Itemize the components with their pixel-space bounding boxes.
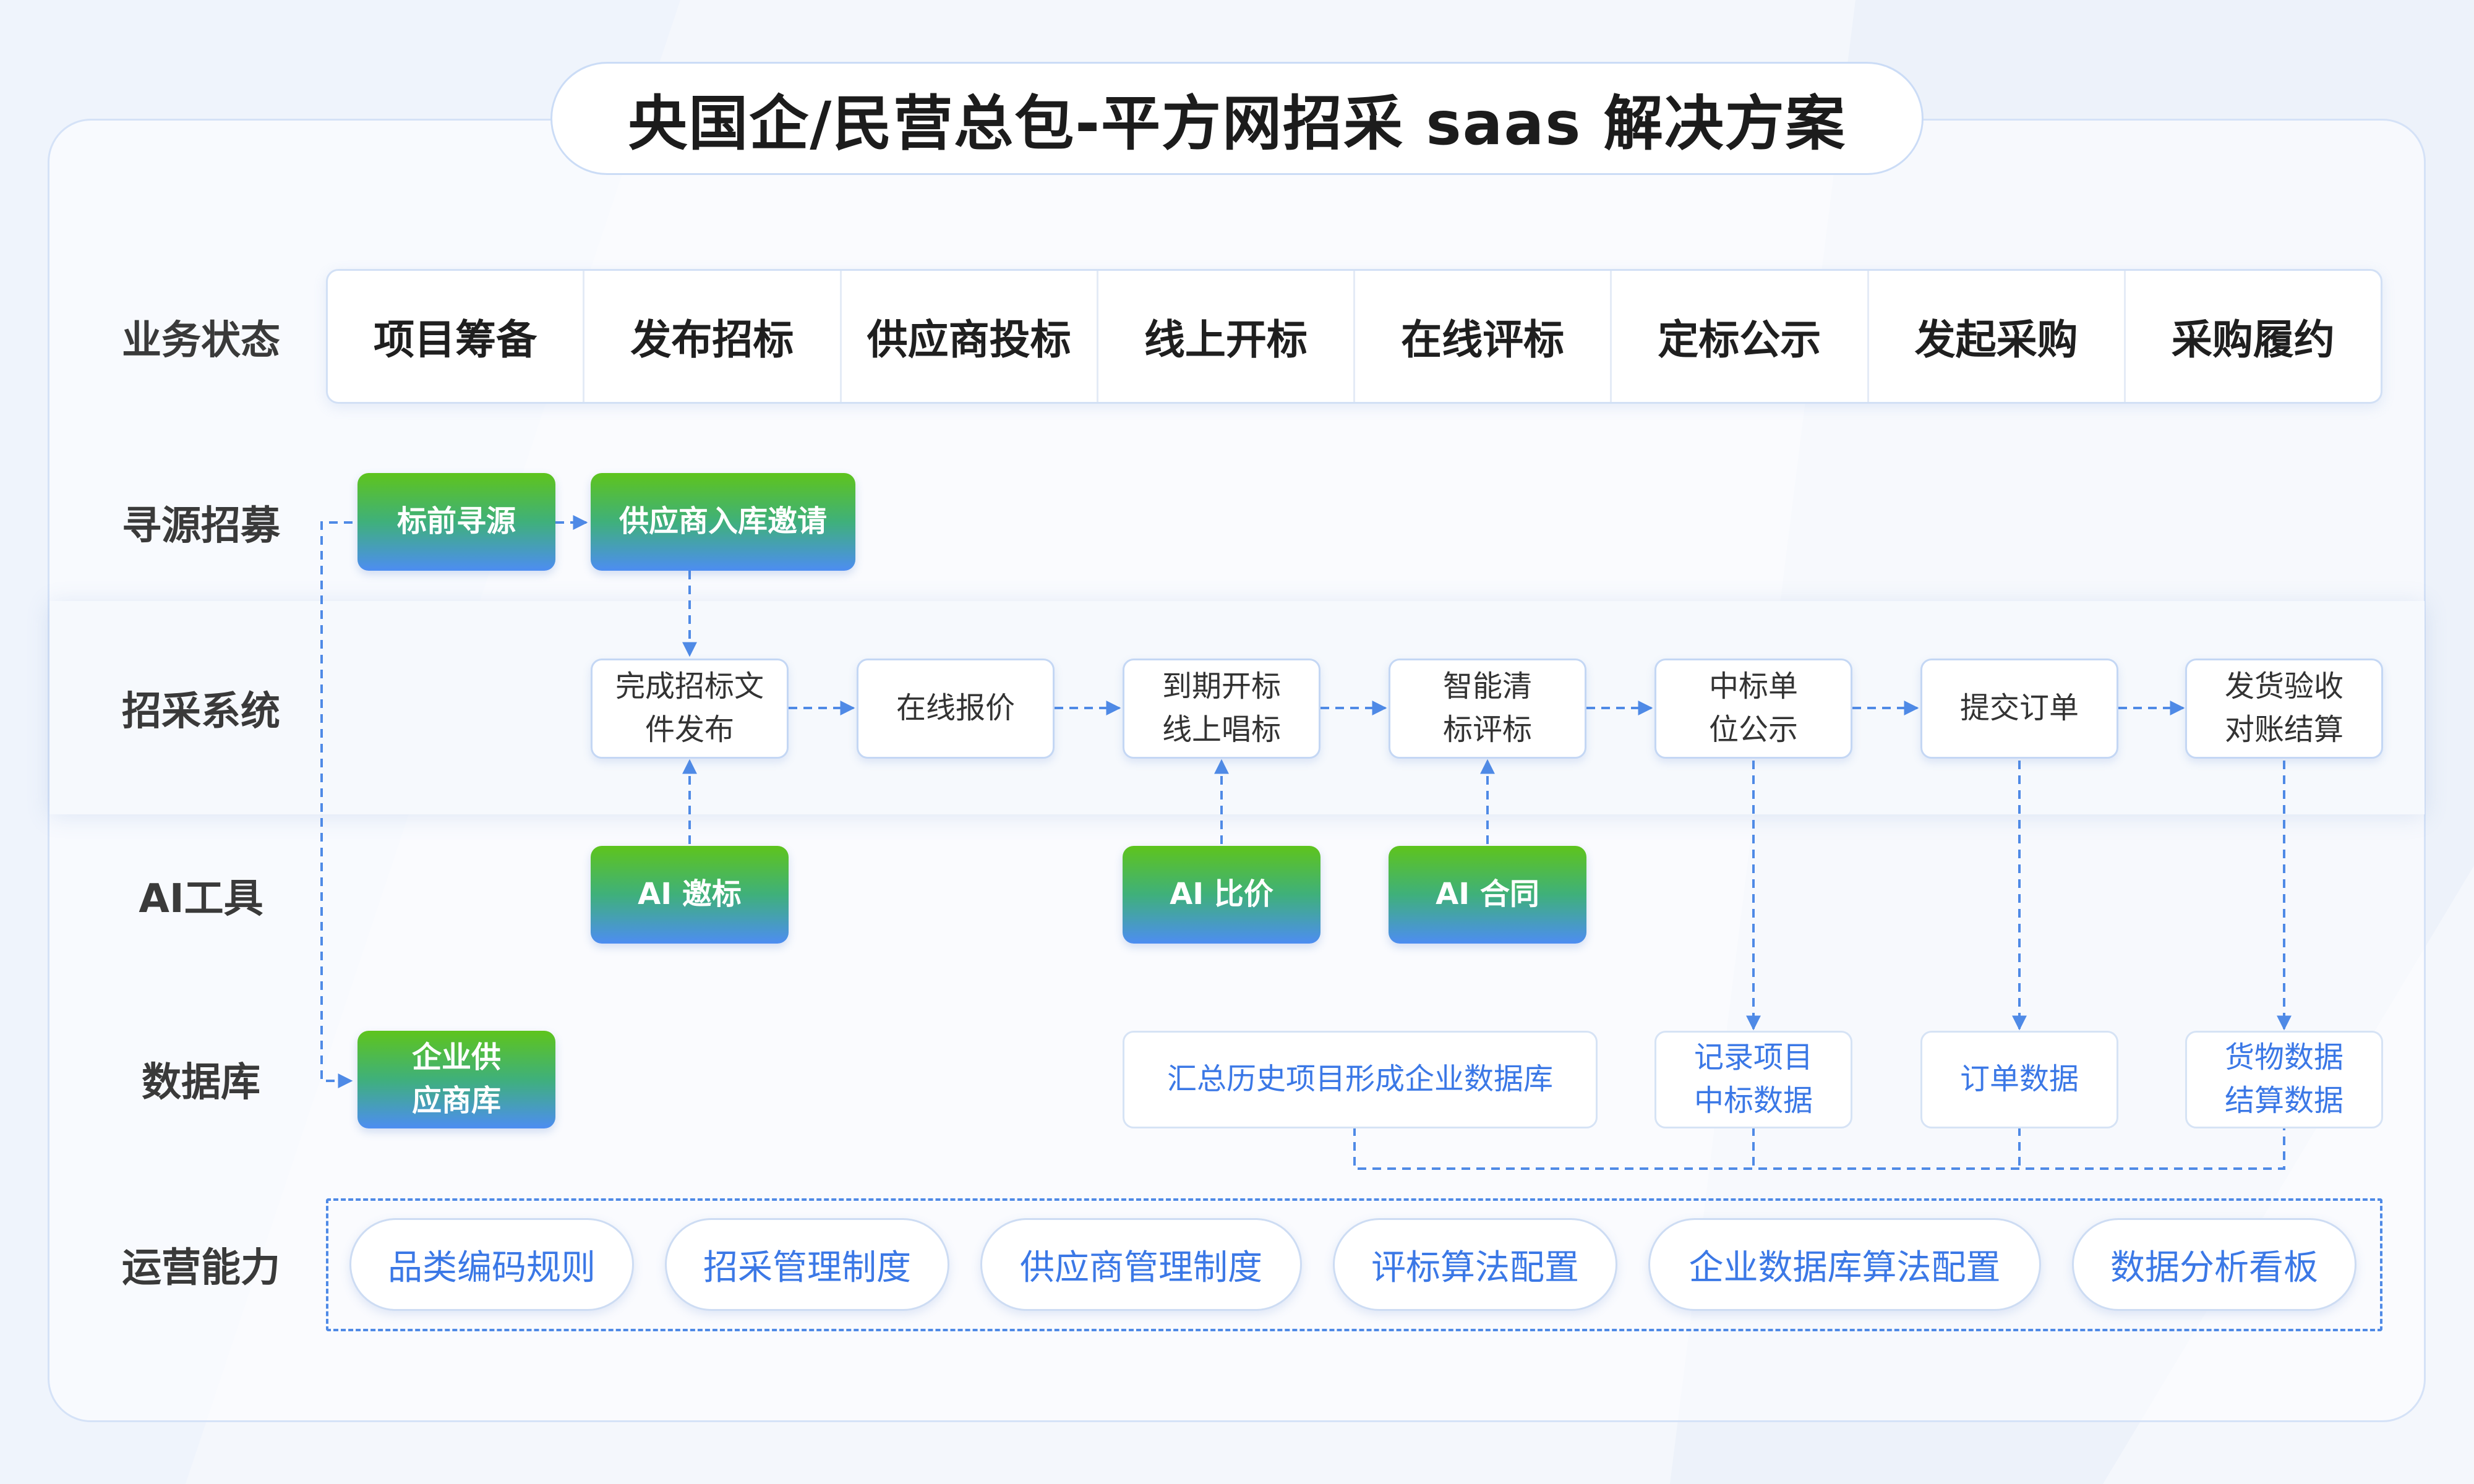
ops-category-coding[interactable]: 品类编码规则 — [349, 1218, 634, 1311]
row-label-procurement-system: 招采系统 — [122, 689, 280, 735]
delivery-settlement-node[interactable]: 发货验收 对账结算 — [2185, 659, 2383, 759]
stage-online-opening[interactable]: 线上开标 — [1096, 271, 1353, 402]
row-label-ai-tools: AI工具 — [139, 876, 263, 922]
stage-award-notice[interactable]: 定标公示 — [1610, 271, 1867, 402]
ops-analytics-dashboard[interactable]: 数据分析看板 — [2072, 1218, 2356, 1311]
stage-online-evaluation[interactable]: 在线评标 — [1353, 271, 1610, 402]
stage-project-prep[interactable]: 项目筹备 — [328, 271, 583, 402]
business-status-bar: 项目筹备 发布招标 供应商投标 线上开标 在线评标 定标公示 发起采购 采购履约 — [326, 269, 2382, 404]
bid-opening-node[interactable]: 到期开标 线上唱标 — [1123, 659, 1320, 759]
goods-settlement-data-node[interactable]: 货物数据 结算数据 — [2185, 1031, 2383, 1128]
tender-doc-publish-node[interactable]: 完成招标文 件发布 — [591, 659, 789, 759]
award-data-node[interactable]: 记录项目 中标数据 — [1654, 1031, 1852, 1128]
ops-supplier-policy[interactable]: 供应商管理制度 — [980, 1218, 1302, 1311]
row-label-database: 数据库 — [142, 1060, 260, 1106]
online-quote-node[interactable]: 在线报价 — [857, 659, 1055, 759]
ai-invite-node[interactable]: AI 邀标 — [591, 846, 789, 944]
ai-compare-node[interactable]: AI 比价 — [1123, 846, 1320, 944]
history-database-node[interactable]: 汇总历史项目形成企业数据库 — [1123, 1031, 1598, 1128]
smart-evaluation-node[interactable]: 智能清 标评标 — [1389, 659, 1586, 759]
stage-fulfillment[interactable]: 采购履约 — [2123, 271, 2381, 402]
ops-evaluation-algorithm[interactable]: 评标算法配置 — [1333, 1218, 1617, 1311]
row-label-sourcing: 寻源招募 — [122, 503, 280, 549]
supplier-invite-node[interactable]: 供应商入库邀请 — [591, 473, 855, 571]
award-notice-node[interactable]: 中标单 位公示 — [1654, 659, 1852, 759]
row-label-business-status: 业务状态 — [122, 318, 280, 364]
page-title: 央国企/民营总包-平方网招采 saas 解决方案 — [550, 62, 1924, 175]
ops-database-algorithm[interactable]: 企业数据库算法配置 — [1648, 1218, 2041, 1311]
order-data-node[interactable]: 订单数据 — [1920, 1031, 2118, 1128]
ai-contract-node[interactable]: AI 合同 — [1389, 846, 1586, 944]
stage-supplier-bid[interactable]: 供应商投标 — [839, 271, 1097, 402]
supplier-database-node[interactable]: 企业供 应商库 — [357, 1031, 555, 1128]
row-label-operations: 运营能力 — [122, 1245, 280, 1291]
ops-procurement-policy[interactable]: 招采管理制度 — [665, 1218, 949, 1311]
stage-publish-tender[interactable]: 发布招标 — [583, 271, 839, 402]
stage-initiate-purchase[interactable]: 发起采购 — [1867, 271, 2124, 402]
pre-bid-sourcing-node[interactable]: 标前寻源 — [357, 473, 555, 571]
submit-order-node[interactable]: 提交订单 — [1920, 659, 2118, 759]
